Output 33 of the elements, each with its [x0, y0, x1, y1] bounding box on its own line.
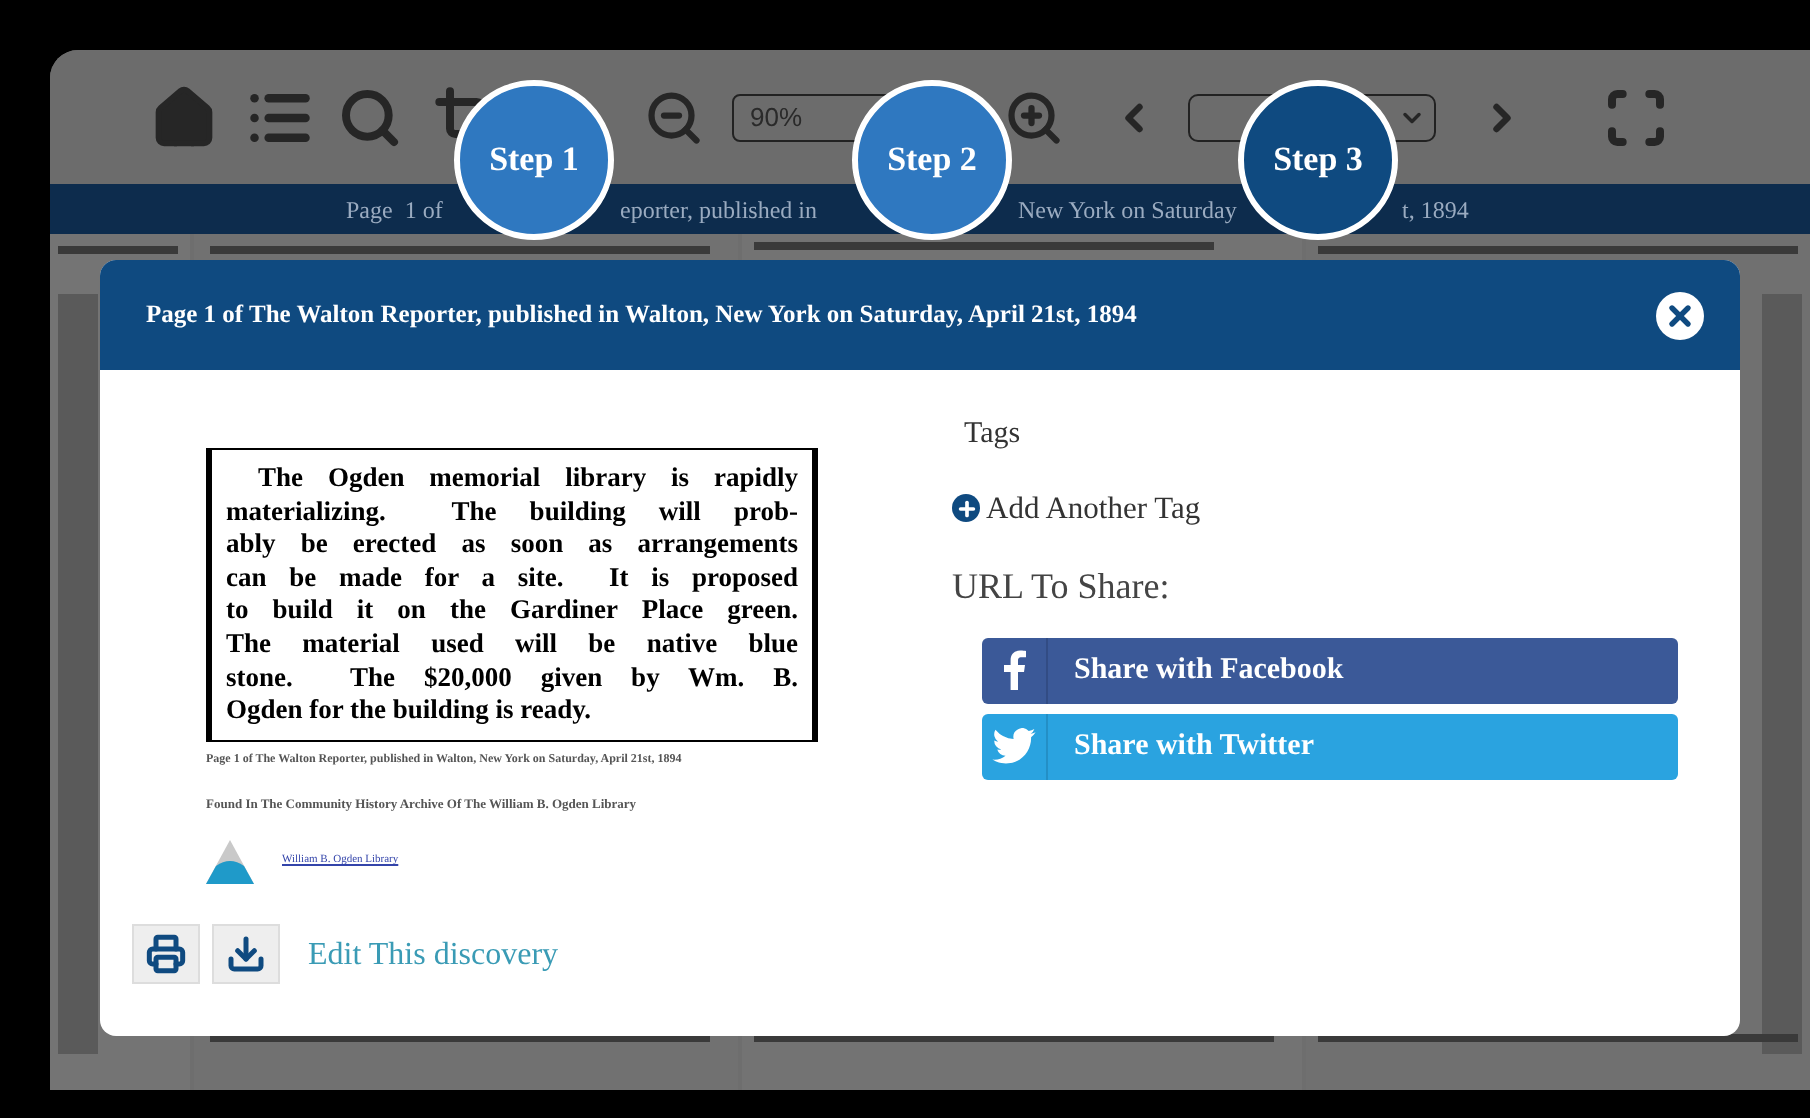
clipping-line: The material used will be native blue — [226, 627, 798, 662]
home-icon[interactable] — [150, 83, 218, 151]
bird-icon — [992, 728, 1036, 765]
clipping-line: The Ogden memorial library is rapidly — [256, 462, 798, 496]
fullscreen-icon[interactable] — [1604, 85, 1668, 149]
tags-heading: Tags — [962, 416, 1023, 454]
clipping-line: Ogden for the building is ready. — [226, 694, 594, 728]
download-button[interactable] — [212, 924, 280, 984]
clipping-line: materializing. The building will prob- — [226, 495, 798, 529]
download-icon — [226, 934, 266, 974]
clipping-line: to build it on the Gardiner Place green. — [226, 594, 798, 628]
edit-discovery-link[interactable]: Edit This discovery — [308, 932, 559, 980]
close-button[interactable] — [1656, 291, 1704, 339]
print-button[interactable] — [132, 924, 200, 984]
modal-title: Page 1 of The Walton Reporter, published in Walton, New York on Saturday, April 21st, 1894 — [146, 298, 1137, 333]
share-button[interactable]: Share with Twitter — [982, 713, 1678, 780]
search-icon[interactable] — [338, 85, 402, 149]
page-title: eporter, published in — [620, 195, 817, 223]
clipping-line: ably be erected as soon as arrangements — [226, 528, 798, 562]
facebook-icon — [1003, 650, 1025, 691]
page-title: Page 1 of — [346, 195, 443, 223]
add-tag-link[interactable]: Add Another Tag — [952, 485, 1678, 532]
close-icon — [1664, 299, 1696, 331]
zoom-in-icon[interactable] — [1004, 87, 1064, 147]
printer-icon — [146, 934, 186, 974]
page-title: t, 1894 — [1402, 195, 1469, 223]
clipping-line: can be made for a site. It is proposed — [226, 561, 798, 595]
clipping-line: stone. The $20,000 given by Wm. B. — [226, 661, 798, 695]
share-button[interactable]: Share with Facebook — [982, 637, 1678, 704]
page-title: New York on Saturday — [1018, 195, 1237, 223]
zoom-out-icon[interactable] — [644, 87, 704, 147]
library-logo — [206, 839, 254, 883]
share-heading: URL To Share: — [952, 563, 1172, 610]
